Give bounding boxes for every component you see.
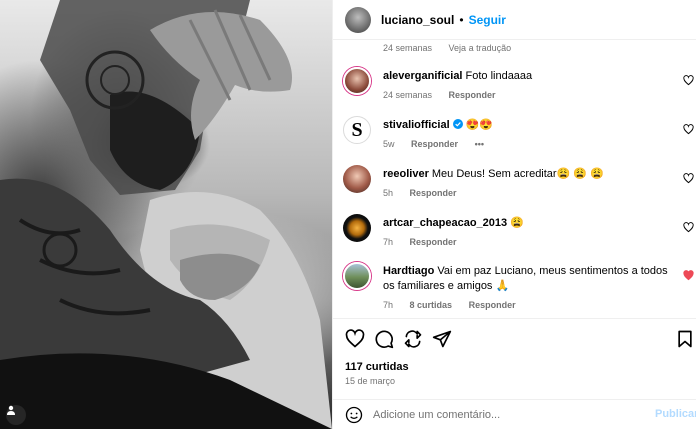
send-icon[interactable]	[432, 329, 452, 349]
comment-likes-count[interactable]: 8 curtidas	[410, 300, 453, 310]
comment-meta: 24 semanas Responder	[383, 88, 673, 103]
more-options-button[interactable]: •••	[475, 139, 484, 149]
comment-meta: 7h 8 curtidas Responder	[383, 298, 673, 313]
comment-time: 7h	[383, 300, 394, 310]
reply-button[interactable]: Responder	[449, 90, 496, 100]
verified-badge-icon	[452, 119, 463, 129]
comment-icon[interactable]	[374, 329, 394, 349]
user-icon	[7, 405, 15, 415]
publish-button[interactable]: Publicar	[655, 408, 696, 420]
commenter-avatar[interactable]	[343, 262, 371, 290]
comment-meta: 7h Responder	[383, 235, 673, 250]
tagged-users-button[interactable]	[6, 405, 26, 425]
brand-logo: S	[351, 119, 363, 141]
comment-username[interactable]: stivaliofficial	[383, 119, 450, 131]
commenter-avatar[interactable]	[343, 165, 371, 193]
share-icon[interactable]	[403, 329, 423, 349]
reply-button[interactable]: Responder	[411, 139, 458, 149]
author-username[interactable]: luciano_soul	[381, 13, 454, 27]
comment-text: Foto lindaaaa	[465, 70, 533, 82]
comment-time: 5w	[383, 139, 395, 149]
post-header: luciano_soul • Seguir	[333, 0, 696, 40]
heart-icon[interactable]	[683, 222, 694, 233]
add-comment-input[interactable]	[373, 406, 643, 424]
comment-text: 😩	[510, 217, 524, 229]
comment-username[interactable]: artcar_chapeacao_2013	[383, 217, 507, 229]
emoji-icon[interactable]	[345, 406, 363, 424]
add-comment-bar: Publicar	[333, 399, 696, 429]
comments-list[interactable]: 24 semanas Veja a tradução aleverganific…	[333, 40, 696, 318]
heart-icon[interactable]	[683, 173, 694, 184]
likes-count[interactable]: 117 curtidas	[345, 361, 409, 373]
comment-meta: 24 semanas Veja a tradução	[383, 41, 673, 56]
comment-meta: 5h Responder	[383, 186, 673, 201]
heart-icon[interactable]	[683, 75, 694, 86]
comment-username[interactable]: aleverganificial	[383, 70, 463, 82]
commenter-avatar[interactable]	[343, 67, 371, 95]
comment-time: 24 semanas	[383, 90, 433, 100]
comment-username[interactable]: reeoliver	[383, 168, 429, 180]
post-date: 15 de março	[345, 376, 396, 386]
post-photo	[0, 0, 332, 429]
comment-body: reeoliver Meu Deus! Sem acreditar😩 😩 😩 5h…	[383, 167, 673, 201]
follow-button[interactable]: Seguir	[469, 13, 506, 27]
comment-username[interactable]: Hardtiago	[383, 265, 434, 277]
photo-illustration	[0, 0, 332, 429]
comment-body: Hardtiago Vai em paz Luciano, meus sentim…	[383, 264, 673, 313]
header-separator: •	[459, 12, 464, 27]
commenter-avatar[interactable]	[343, 214, 371, 242]
bookmark-icon[interactable]	[675, 329, 695, 349]
heart-icon[interactable]	[345, 329, 365, 349]
comment-body: aleverganificial Foto lindaaaa 24 semanas…	[383, 69, 673, 103]
comment-text: Meu Deus! Sem acreditar😩 😩 😩	[431, 168, 604, 180]
comment-body: artcar_chapeacao_2013 😩 7h Responder	[383, 216, 673, 250]
comment-text: 😍😍	[465, 119, 494, 131]
comment-time: 24 semanas	[383, 43, 433, 53]
comment-body: stivaliofficial 😍😍 5w Responder •••	[383, 118, 673, 152]
heart-icon[interactable]	[683, 124, 694, 135]
author-avatar[interactable]	[345, 6, 371, 33]
post-actions: 117 curtidas 15 de março Publicar	[333, 318, 696, 428]
comment-meta: 5w Responder •••	[383, 137, 673, 152]
see-translation-link[interactable]: Veja a tradução	[449, 43, 512, 53]
commenter-avatar[interactable]: S	[343, 116, 371, 144]
post-side-panel: luciano_soul • Seguir 24 semanas Veja a …	[332, 0, 696, 429]
reply-button[interactable]: Responder	[410, 237, 457, 247]
heart-filled-icon[interactable]	[683, 270, 694, 281]
reply-button[interactable]: Responder	[469, 300, 516, 310]
reply-button[interactable]: Responder	[410, 188, 457, 198]
comment-time: 5h	[383, 188, 394, 198]
comment-body: 24 semanas Veja a tradução	[383, 40, 673, 56]
comment-time: 7h	[383, 237, 394, 247]
